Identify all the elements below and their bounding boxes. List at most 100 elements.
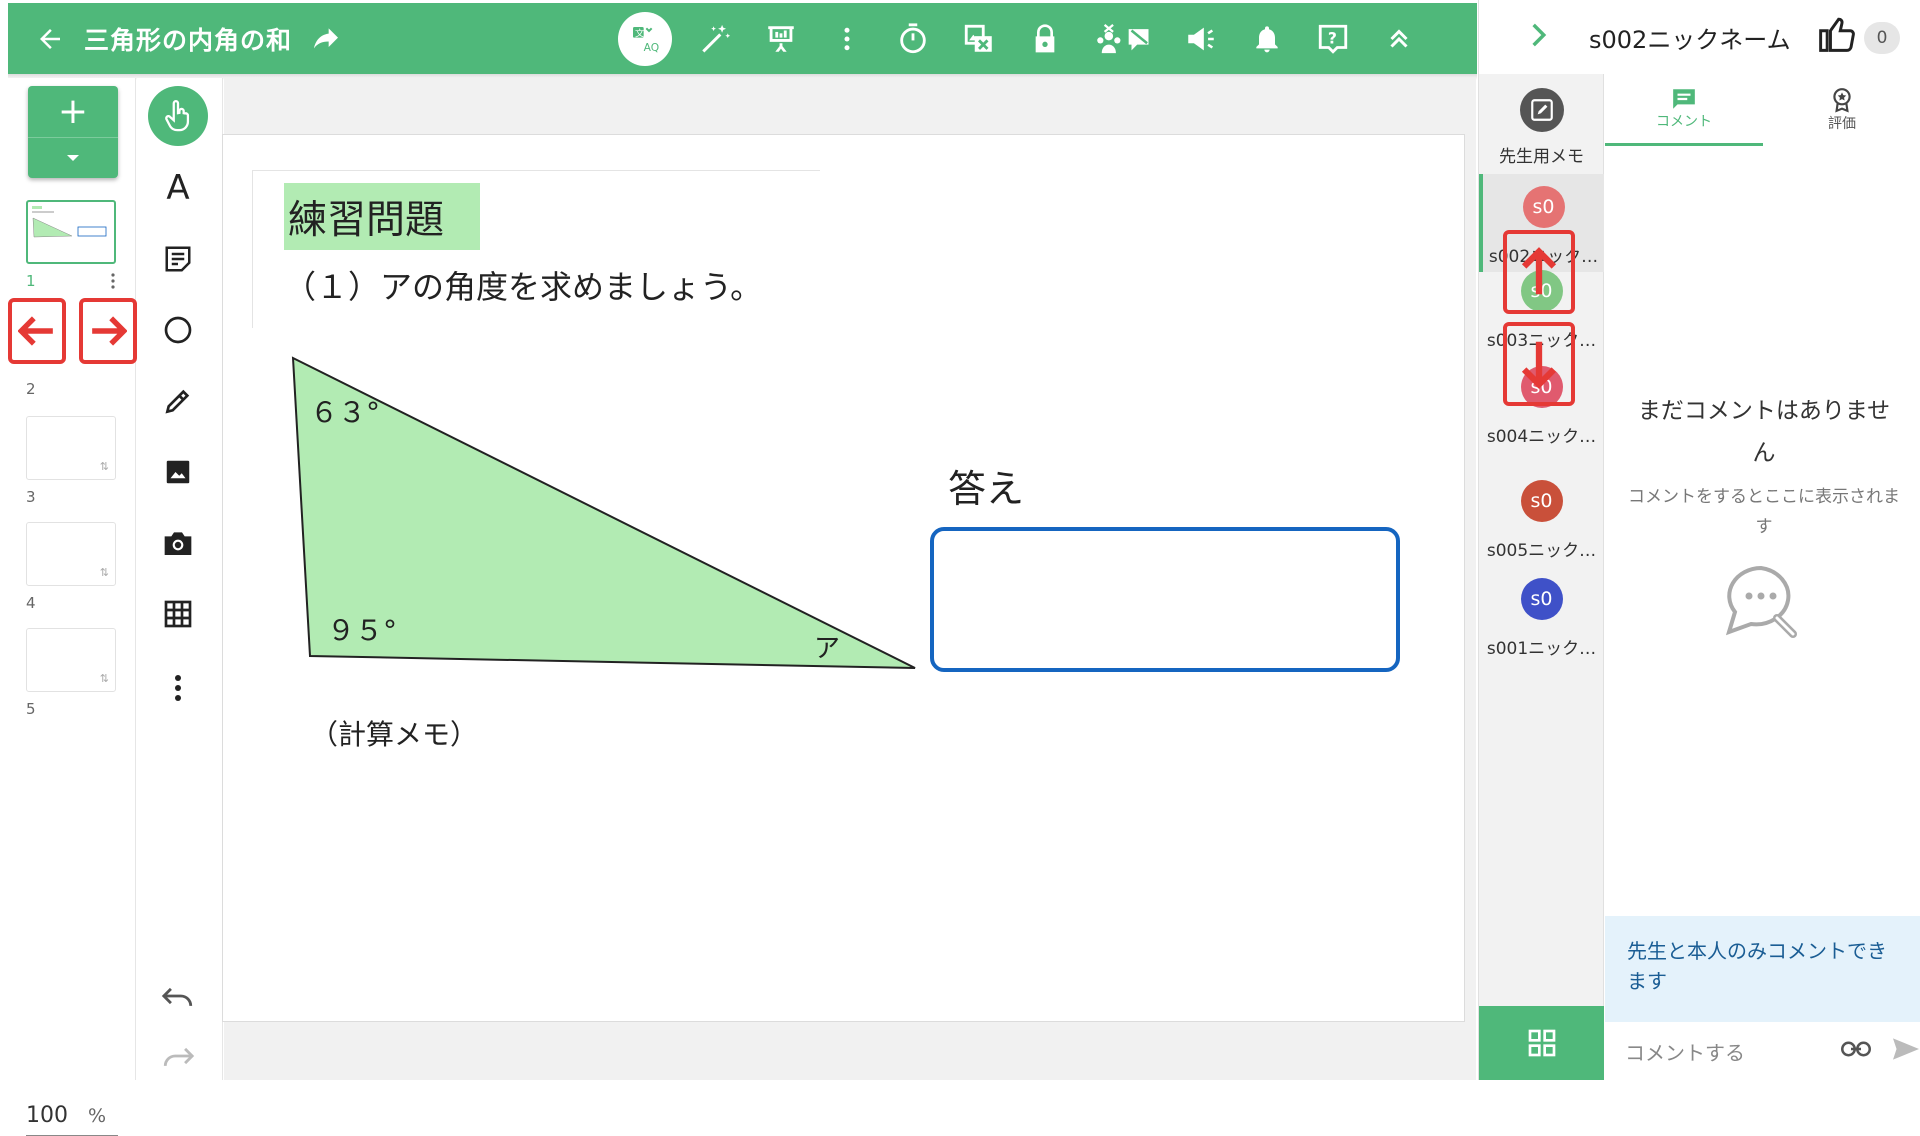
- document-title[interactable]: 三角形の内角の和: [84, 21, 292, 57]
- answer-box[interactable]: [930, 527, 1400, 672]
- move-student-up-button[interactable]: [1503, 230, 1575, 314]
- student-name: s002ニックネーム: [1589, 26, 1791, 54]
- page-thumbnail-3[interactable]: ⇅: [26, 416, 116, 480]
- undo-icon: [161, 987, 193, 1007]
- empty-comments-subtitle: コメントをするとここに表示されます: [1628, 487, 1900, 537]
- divider: [252, 170, 253, 328]
- answer-label[interactable]: 答え: [948, 458, 1024, 513]
- student-item-name: s004ニック…: [1486, 427, 1597, 447]
- comment-permission-notice: 先生と本人のみコメントできます: [1605, 916, 1920, 1022]
- tool-palette: A: [137, 78, 223, 1080]
- student-comment-panel: s002ニックネーム 0 先生用メモ s0 s002ニック… s0 s003ニッ…: [1478, 0, 1920, 1080]
- svg-text:?: ?: [1328, 29, 1337, 47]
- announce-icon[interactable]: [1178, 16, 1224, 62]
- chevron-right-icon[interactable]: [1529, 22, 1547, 55]
- help-icon[interactable]: ?: [1310, 16, 1356, 62]
- lock-icon[interactable]: [1022, 16, 1068, 62]
- redo-button[interactable]: [145, 1026, 211, 1086]
- avatar: s0: [1520, 578, 1563, 620]
- page-list: + 1 2 ⇅ 3 ⇅ 4 ⇅ 5 100 %: [8, 78, 137, 1136]
- link-icon[interactable]: [1841, 1039, 1871, 1063]
- page-thumbnail-4[interactable]: ⇅: [26, 522, 116, 586]
- student-item-s001[interactable]: s0 s001ニック…: [1479, 578, 1604, 659]
- sticky-note-icon: [165, 246, 191, 272]
- student-list: 先生用メモ s0 s002ニック… s0 s003ニック… s0 s004ニック…: [1479, 74, 1604, 1006]
- timer-icon[interactable]: [890, 16, 936, 62]
- more-tools-button[interactable]: [145, 658, 211, 718]
- add-page-button[interactable]: +: [28, 86, 118, 178]
- text-tool-button[interactable]: A: [145, 158, 211, 218]
- page-thumbnail-1[interactable]: [26, 200, 116, 264]
- svg-text:AQ: AQ: [644, 41, 660, 54]
- worksheet-heading[interactable]: 練習問題: [284, 183, 480, 250]
- pen-tool-button[interactable]: [145, 371, 211, 431]
- comment-input[interactable]: コメントする: [1625, 1037, 1815, 1066]
- page-number-2: 2: [26, 380, 36, 398]
- image-off-icon[interactable]: [956, 16, 1002, 62]
- thumbs-up-icon[interactable]: [1817, 16, 1857, 56]
- tab-comment[interactable]: コメント: [1605, 74, 1763, 146]
- move-student-down-button[interactable]: [1503, 322, 1575, 406]
- avatar: s0: [1520, 480, 1563, 522]
- image-tool-button[interactable]: [145, 442, 211, 502]
- comment-input-row: コメントする: [1605, 1022, 1920, 1080]
- table-tool-button[interactable]: [145, 584, 211, 644]
- table-icon: [164, 600, 192, 628]
- question-text[interactable]: （１）アの角度を求めましょう。: [284, 262, 762, 308]
- page-more-icon[interactable]: [110, 272, 116, 294]
- tab-evaluation[interactable]: 評価: [1763, 74, 1920, 146]
- zoom-unit: %: [88, 1104, 107, 1127]
- comment-bubble-icon: [1723, 562, 1803, 646]
- comment-pane: コメント 評価 まだコメントはありません コメントをするとここに表示されます 先…: [1605, 74, 1920, 1080]
- page-number-4: 4: [26, 594, 36, 612]
- angle-unknown-label: ア: [814, 634, 840, 664]
- page-thumbnail-5[interactable]: ⇅: [26, 628, 116, 692]
- pointer-tool-button[interactable]: [145, 86, 211, 146]
- student-item-name: s001ニック…: [1486, 639, 1597, 659]
- award-icon: [1833, 88, 1851, 113]
- camera-icon: [164, 532, 192, 555]
- shape-icon: [164, 316, 192, 344]
- bell-icon[interactable]: [1244, 16, 1290, 62]
- empty-comments-title: まだコメントはありません: [1637, 398, 1891, 466]
- zoom-control[interactable]: 100 %: [26, 1096, 118, 1136]
- share-icon[interactable]: [306, 19, 346, 59]
- chevron-down-icon[interactable]: [28, 138, 118, 178]
- calculation-memo-label[interactable]: （計算メモ）: [310, 713, 478, 753]
- grid-view-button[interactable]: [1479, 1006, 1604, 1080]
- sticky-note-tool-button[interactable]: [145, 229, 211, 289]
- triangle-figure[interactable]: ６３° ９５° ア: [280, 350, 920, 680]
- send-icon[interactable]: [1891, 1036, 1920, 1066]
- page-number-5: 5: [26, 700, 36, 718]
- move-page-left-button[interactable]: [8, 298, 66, 364]
- tab-comment-label: コメント: [1656, 113, 1712, 130]
- camera-tool-button[interactable]: [145, 513, 211, 573]
- shape-tool-button[interactable]: [145, 300, 211, 360]
- magic-wand-icon[interactable]: [692, 16, 738, 62]
- undo-button[interactable]: [145, 966, 211, 1026]
- sort-icon: ⇅: [99, 566, 109, 579]
- translate-icon[interactable]: 文 AQ: [618, 11, 672, 66]
- text-icon: A: [166, 168, 190, 208]
- zoom-value[interactable]: 100: [26, 1103, 68, 1128]
- pen-icon: [165, 389, 190, 414]
- grid-icon: [1528, 1029, 1555, 1057]
- page-number-3: 3: [26, 488, 36, 506]
- like-count-badge: 0: [1864, 22, 1900, 54]
- angle-63-label: ６３°: [310, 396, 380, 429]
- redo-icon: [163, 1047, 195, 1067]
- collapse-icon[interactable]: [1376, 16, 1422, 62]
- move-page-right-button[interactable]: [79, 298, 137, 364]
- comment-icon: [1673, 88, 1695, 109]
- more-vert-icon[interactable]: [824, 16, 870, 62]
- student-item-s005[interactable]: s0 s005ニック…: [1479, 480, 1604, 561]
- presentation-icon[interactable]: [758, 16, 804, 62]
- teacher-memo-button[interactable]: 先生用メモ: [1479, 88, 1604, 167]
- svg-text:文: 文: [635, 27, 644, 39]
- plus-icon: +: [28, 86, 118, 138]
- back-arrow-icon[interactable]: [28, 17, 72, 61]
- group-icon[interactable]: [1088, 16, 1158, 62]
- image-icon: [166, 460, 190, 484]
- panel-header: s002ニックネーム 0: [1479, 0, 1920, 74]
- sort-icon: ⇅: [99, 672, 109, 685]
